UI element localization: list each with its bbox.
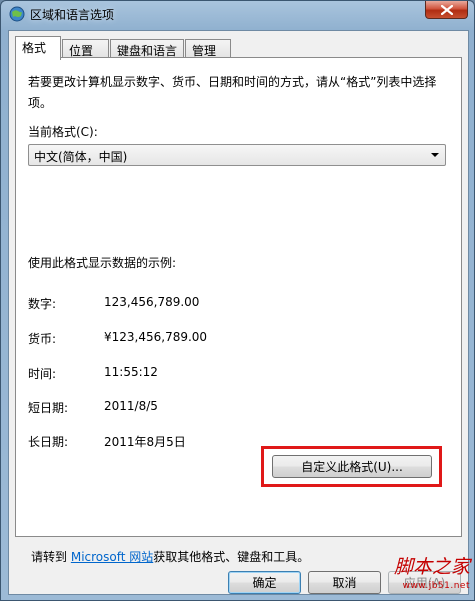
format-dropdown[interactable]: 中文(简体，中国) [28,144,446,166]
sample-value: 2011/8/5 [104,399,158,413]
sample-label: 短日期: [28,401,69,415]
dialog-client-area: 格式 位置 键盘和语言 管理 若要更改计算机显示数字、货币、日期和时间的方式，请… [8,30,469,595]
tab-format[interactable]: 格式 [15,36,61,60]
sample-label: 数字: [28,297,57,311]
tab-administrative[interactable]: 管理 [185,39,231,59]
close-icon [440,4,453,15]
format-description: 若要更改计算机显示数字、货币、日期和时间的方式，请从“格式”列表中选择项。 [28,75,437,110]
title-bar: 区域和语言选项 [1,1,474,27]
format-dropdown-value: 中文(简体，中国) [34,150,128,164]
current-format-label: 当前格式(C): [28,125,98,139]
sample-value: 11:55:12 [104,365,158,379]
watermark-text: 脚本之家 [393,556,470,578]
sample-label: 货币: [28,332,57,346]
close-button[interactable] [425,1,468,19]
footer-suffix: 获取其他格式、键盘和工具。 [153,550,310,564]
microsoft-website-link[interactable]: Microsoft 网站 [71,550,153,564]
cancel-button[interactable]: 取消 [308,571,381,594]
customize-format-button[interactable]: 自定义此格式(U)... [272,455,432,478]
footer-text: 请转到 Microsoft 网站获取其他格式、键盘和工具。 [31,548,309,565]
window-title: 区域和语言选项 [30,8,115,22]
watermark-url: www.jb51.net [402,581,470,591]
tab-label: 位置 [69,44,94,58]
sample-title: 使用此格式显示数据的示例: [28,256,177,270]
tab-location[interactable]: 位置 [62,39,109,59]
sample-value: ¥123,456,789.00 [104,330,208,344]
ok-button[interactable]: 确定 [228,571,301,594]
dialog-window: 区域和语言选项 格式 位置 键盘和语言 管理 若要更改计算机显示数字、货币、日期… [0,0,475,601]
sample-value: 2011年8月5日 [104,435,186,449]
footer-prefix: 请转到 [31,550,68,564]
watermark-logo: 脚本之家 www.jb51.net [394,558,470,596]
tab-keyboards-languages[interactable]: 键盘和语言 [110,39,184,59]
sample-value: 123,456,789.00 [104,295,200,309]
sample-label: 时间: [28,367,57,381]
tab-label: 键盘和语言 [117,44,178,58]
tab-label: 格式 [22,41,47,55]
tab-label: 管理 [192,44,217,58]
globe-icon [9,6,25,22]
chevron-down-icon [431,153,439,157]
sample-label: 长日期: [28,435,69,449]
